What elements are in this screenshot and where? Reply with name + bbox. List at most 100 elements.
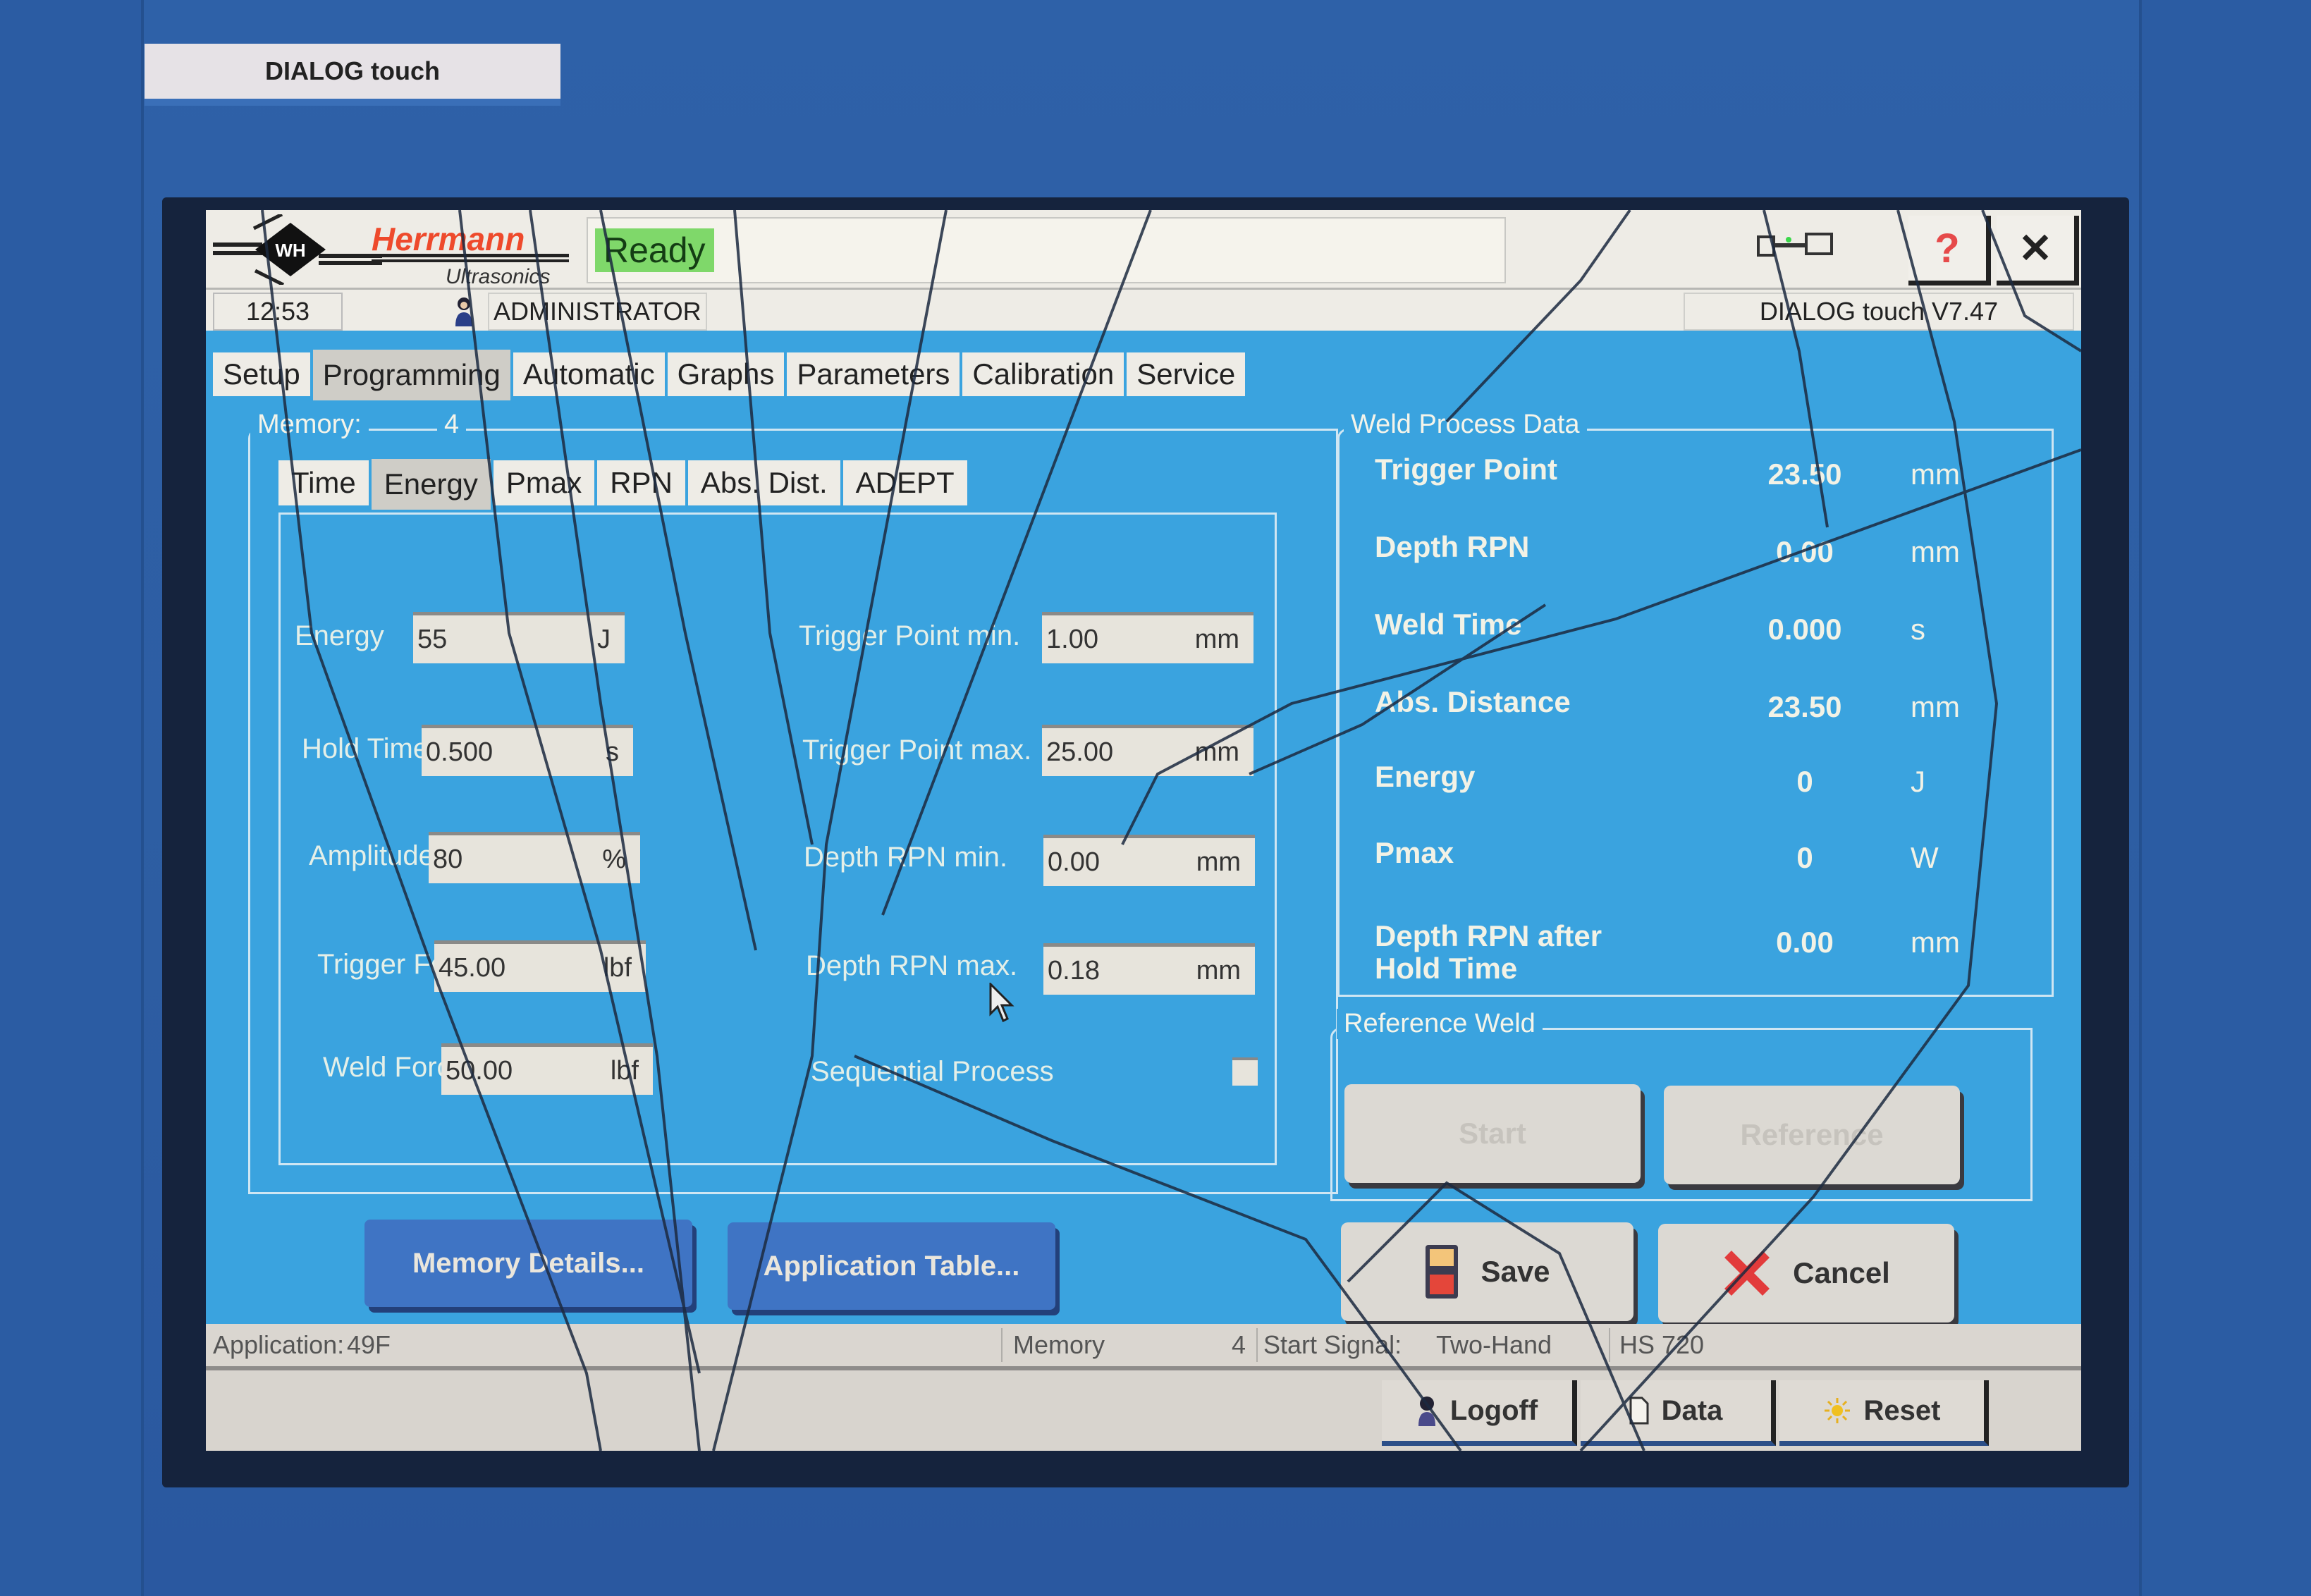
depth-rpn-max-label: Depth RPN max.	[806, 950, 1018, 981]
wpd-row-depth-rpn: Depth RPN 0.00 mm	[1375, 531, 2037, 580]
wpd-label: Energy	[1375, 760, 1476, 793]
hold-time-unit: s	[606, 737, 619, 767]
tab-calibration[interactable]: Calibration	[962, 352, 1124, 400]
trigger-point-max-unit: mm	[1194, 737, 1239, 767]
wpd-unit: mm	[1911, 926, 1960, 959]
depth-rpn-min-unit: mm	[1196, 847, 1241, 877]
energy-input[interactable]: 55 J	[413, 612, 625, 663]
brand-underline	[372, 254, 569, 262]
tab-service[interactable]: Service	[1127, 352, 1246, 400]
wpd-value: 23.50	[1767, 458, 1842, 491]
trigger-point-min-value: 1.00	[1046, 625, 1098, 654]
amplitude-unit: %	[602, 845, 626, 874]
status-bar: Application: 49F Memory 4 Start Signal: …	[206, 1324, 2081, 1370]
touch-screen: WH Herrmann Ultrasonics Ready ? ✕ 12:53	[206, 210, 2081, 1451]
depth-rpn-max-input[interactable]: 0.18 mm	[1043, 943, 1255, 995]
trigger-point-min-unit: mm	[1194, 625, 1239, 654]
tab-setup[interactable]: Setup	[213, 352, 310, 400]
wpd-unit: mm	[1911, 458, 1960, 491]
save-button[interactable]: Save	[1341, 1222, 1633, 1321]
info-bar: 12:53 ADMINISTRATOR DIALOG touch V7.47	[206, 290, 2081, 331]
bezel-left-edge	[0, 0, 144, 1596]
logoff-user-icon	[1418, 1396, 1435, 1426]
wpd-label: Abs. Distance	[1375, 685, 1571, 718]
status-separator	[1609, 1328, 1610, 1362]
memory-label: Memory:	[250, 410, 369, 440]
wpd-label: Trigger Point	[1375, 453, 1558, 486]
energy-label: Energy	[295, 620, 384, 651]
wpd-unit: s	[1911, 613, 1925, 646]
wpd-label: Pmax	[1375, 836, 1454, 869]
hold-time-value: 0.500	[426, 737, 494, 767]
memory-details-button[interactable]: Memory Details...	[364, 1220, 692, 1307]
weld-process-data-group: Weld Process Data Trigger Point 23.50 mm…	[1337, 410, 2054, 997]
weld-force-input[interactable]: 50.00 lbf	[441, 1043, 653, 1095]
logoff-button[interactable]: Logoff	[1382, 1380, 1577, 1446]
depth-rpn-max-unit: mm	[1196, 956, 1241, 986]
mode-tab-bar: Time Energy Pmax RPN Abs. Dist. ADEPT	[278, 459, 967, 510]
brand-name: Herrmann	[372, 221, 525, 257]
subtab-time[interactable]: Time	[278, 460, 369, 510]
weld-force-unit: lbf	[610, 1056, 639, 1086]
data-button[interactable]: Data	[1581, 1380, 1776, 1446]
reset-label: Reset	[1863, 1394, 1941, 1426]
wpd-row-trigger-point: Trigger Point 23.50 mm	[1375, 453, 2037, 503]
weld-process-data-title: Weld Process Data	[1344, 410, 1587, 440]
start-signal-value: Two-Hand	[1436, 1330, 1552, 1359]
status-separator	[1256, 1328, 1258, 1362]
network-connection-icon	[1757, 233, 1833, 257]
tab-automatic[interactable]: Automatic	[513, 352, 665, 400]
trigger-force-unit: lbf	[603, 953, 632, 983]
hold-time-input[interactable]: 0.500 s	[422, 725, 633, 776]
subtab-rpn[interactable]: RPN	[597, 460, 685, 510]
subtab-adept[interactable]: ADEPT	[842, 460, 967, 510]
reference-start-button[interactable]: Start	[1344, 1084, 1641, 1183]
sequential-process-checkbox[interactable]	[1232, 1057, 1258, 1086]
machine-model: HS 720	[1619, 1330, 1705, 1359]
reference-button[interactable]: Reference	[1664, 1086, 1960, 1184]
trigger-point-max-input[interactable]: 25.00 mm	[1042, 725, 1253, 776]
trigger-point-min-input[interactable]: 1.00 mm	[1042, 612, 1253, 663]
application-value: 49F	[347, 1330, 391, 1359]
trigger-point-min-label: Trigger Point min.	[799, 620, 1021, 651]
tab-programming[interactable]: Programming	[312, 350, 510, 400]
close-button[interactable]: ✕	[1997, 216, 2079, 286]
subtab-energy[interactable]: Energy	[371, 459, 491, 510]
subtab-abs-dist[interactable]: Abs. Dist.	[687, 460, 840, 510]
energy-parameters-panel: Energy 55 J Hold Time 0.500 s Amplitude …	[278, 512, 1277, 1165]
wpd-row-abs-distance: Abs. Distance 23.50 mm	[1375, 686, 2037, 735]
amplitude-input[interactable]: 80 %	[429, 832, 640, 883]
cancel-button[interactable]: Cancel	[1658, 1224, 1954, 1322]
device-label: DIALOG touch	[145, 44, 560, 106]
user-icon	[455, 297, 472, 326]
depth-rpn-min-label: Depth RPN min.	[804, 842, 1007, 873]
logoff-label: Logoff	[1449, 1394, 1538, 1426]
reset-button[interactable]: Reset	[1779, 1380, 1989, 1446]
tab-graphs[interactable]: Graphs	[667, 352, 785, 400]
current-user: ADMINISTRATOR	[488, 293, 707, 331]
software-version: DIALOG touch V7.47	[1684, 293, 2074, 331]
wpd-row-energy: Energy 0 J	[1375, 761, 2037, 810]
wpd-unit: J	[1911, 765, 1925, 798]
depth-rpn-min-input[interactable]: 0.00 mm	[1043, 835, 1255, 886]
wpd-row-pmax: Pmax 0 W	[1375, 837, 2037, 886]
sequential-process-label: Sequential Process	[811, 1056, 1054, 1087]
clock: 12:53	[213, 293, 343, 331]
help-button[interactable]: ?	[1908, 216, 1991, 286]
weld-force-value: 50.00	[446, 1056, 513, 1086]
amplitude-value: 80	[433, 845, 463, 874]
wpd-value: 0.00	[1776, 535, 1834, 568]
trigger-point-max-label: Trigger Point max.	[802, 735, 1032, 766]
energy-value: 55	[417, 625, 448, 654]
subtab-pmax[interactable]: Pmax	[493, 460, 595, 510]
wpd-unit: mm	[1911, 690, 1960, 723]
tab-parameters[interactable]: Parameters	[787, 352, 960, 400]
application-table-button[interactable]: Application Table...	[728, 1222, 1055, 1310]
reset-sun-icon	[1824, 1398, 1850, 1423]
wpd-value: 0	[1796, 765, 1813, 798]
depth-rpn-min-value: 0.00	[1048, 847, 1100, 877]
brand-logo: WH Herrmann Ultrasonics	[213, 212, 569, 288]
main-tab-bar: Setup Programming Automatic Graphs Param…	[213, 350, 1246, 400]
memory-status-value: 4	[1232, 1330, 1246, 1359]
trigger-force-input[interactable]: 45.00 lbf	[434, 940, 646, 992]
